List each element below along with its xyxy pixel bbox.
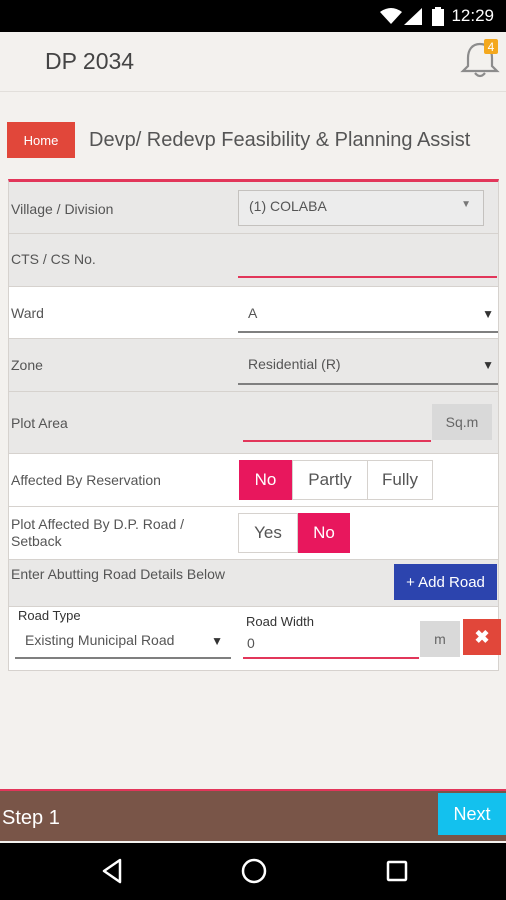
- plot-area-label: Plot Area: [11, 415, 68, 431]
- road-type-label: Road Type: [18, 608, 81, 623]
- reservation-option-no[interactable]: No: [239, 460, 292, 500]
- close-icon: ✖: [474, 626, 490, 647]
- road-type-value: Existing Municipal Road: [25, 632, 175, 648]
- ward-row: Ward A ▼: [9, 287, 498, 339]
- recents-icon[interactable]: [385, 857, 409, 885]
- ward-select[interactable]: A ▼: [238, 297, 498, 333]
- delete-road-button[interactable]: ✖: [463, 619, 501, 655]
- add-road-button[interactable]: + Add Road: [394, 564, 497, 600]
- step-footer: Step 1 Next: [0, 789, 506, 841]
- dropdown-caret-icon: ▼: [211, 634, 223, 648]
- abutting-row: Enter Abutting Road Details Below + Add …: [9, 560, 498, 607]
- cts-label: CTS / CS No.: [11, 251, 96, 267]
- road-width-unit: m: [420, 621, 460, 657]
- step-label: Step 1: [2, 807, 60, 829]
- ward-label: Ward: [11, 305, 44, 321]
- page-title: Devp/ Redevp Feasibility & Planning Assi…: [89, 129, 471, 151]
- road-entry-row: Road Type Existing Municipal Road ▼ Road…: [9, 607, 501, 669]
- home-circle-icon[interactable]: [240, 857, 268, 885]
- status-bar: 12:29: [0, 0, 506, 32]
- zone-label: Zone: [11, 357, 43, 373]
- next-button[interactable]: Next: [438, 793, 506, 835]
- village-row: Village / Division (1) COLABA ▼: [9, 182, 498, 234]
- reservation-label: Affected By Reservation: [11, 472, 161, 488]
- reservation-row: Affected By Reservation No Partly Fully: [9, 454, 498, 507]
- cts-row: CTS / CS No.: [9, 234, 498, 287]
- village-label: Village / Division: [11, 201, 114, 217]
- zone-value: Residential (R): [248, 356, 341, 372]
- dp-road-label-line2: Setback: [11, 533, 62, 549]
- home-button[interactable]: Home: [7, 122, 75, 158]
- village-value: (1) COLABA: [249, 198, 327, 214]
- plot-area-input[interactable]: [243, 410, 431, 442]
- road-type-select[interactable]: Existing Municipal Road ▼: [15, 623, 231, 659]
- abutting-label: Enter Abutting Road Details Below: [11, 566, 226, 582]
- dp-road-label-line1: Plot Affected By D.P. Road /: [11, 516, 185, 532]
- road-width-input[interactable]: [243, 629, 419, 659]
- signal-icon: [404, 8, 422, 25]
- system-nav-bar: [0, 843, 506, 900]
- plot-area-unit: Sq.m: [432, 404, 492, 440]
- road-width-label: Road Width: [246, 614, 314, 629]
- status-time: 12:29: [451, 6, 494, 25]
- zone-row: Zone Residential (R) ▼: [9, 339, 498, 392]
- bell-icon: 4: [460, 39, 500, 78]
- app-title: DP 2034: [45, 48, 135, 74]
- app-bar: DP 2034 4: [0, 32, 506, 92]
- zone-select[interactable]: Residential (R) ▼: [238, 348, 498, 385]
- notification-count: 4: [488, 40, 495, 54]
- wifi-icon: [380, 8, 402, 24]
- back-icon[interactable]: [100, 857, 124, 885]
- dropdown-caret-icon: ▼: [461, 199, 471, 210]
- cts-input[interactable]: [238, 248, 497, 278]
- village-select[interactable]: (1) COLABA ▼: [238, 190, 484, 226]
- plot-area-row: Plot Area Sq.m: [9, 392, 498, 454]
- dp-road-option-no[interactable]: No: [298, 513, 350, 553]
- reservation-option-fully[interactable]: Fully: [367, 460, 433, 500]
- dropdown-caret-icon: ▼: [482, 358, 494, 372]
- reservation-option-partly[interactable]: Partly: [292, 460, 368, 500]
- ward-value: A: [248, 305, 258, 321]
- dp-road-row: Plot Affected By D.P. Road / Setback Yes…: [9, 507, 498, 560]
- feasibility-form: Village / Division (1) COLABA ▼ CTS / CS…: [8, 179, 501, 671]
- battery-icon: [432, 7, 444, 26]
- notification-bell[interactable]: 4: [460, 38, 500, 80]
- dp-road-option-yes[interactable]: Yes: [238, 513, 298, 553]
- dropdown-caret-icon: ▼: [482, 307, 494, 321]
